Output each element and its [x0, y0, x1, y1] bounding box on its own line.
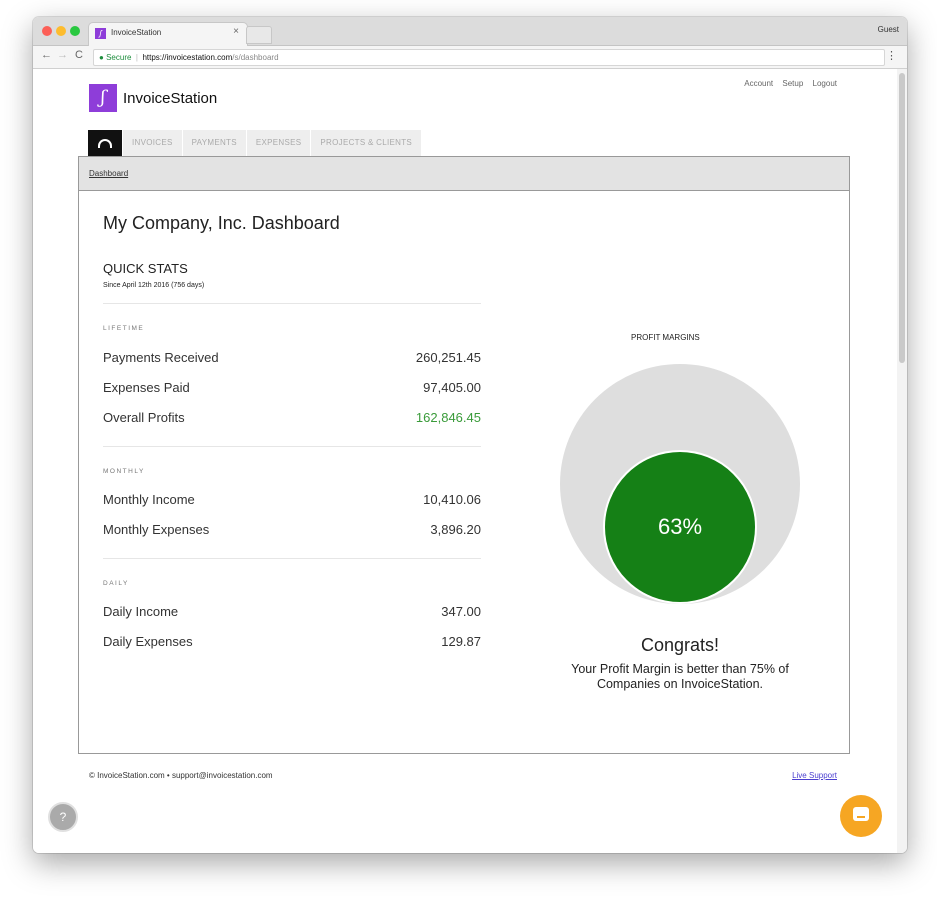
stat-row-monthly-income: Monthly Income 10,410.06 [103, 492, 481, 510]
scrollbar-thumb[interactable] [899, 73, 905, 363]
main-nav: INVOICES PAYMENTS EXPENSES PROJECTS & CL… [88, 130, 422, 156]
monthly-label: MONTHLY [103, 468, 145, 475]
logout-link[interactable]: Logout [813, 79, 837, 88]
daily-label: DAILY [103, 580, 129, 587]
tab-projects-clients[interactable]: PROJECTS & CLIENTS [311, 130, 422, 156]
stat-value: 10,410.06 [423, 492, 481, 507]
stat-value: 347.00 [441, 604, 481, 619]
live-support-link[interactable]: Live Support [792, 771, 837, 780]
page-content: ʃ InvoiceStation Account Setup Logout IN… [33, 69, 897, 853]
browser-window: ʃ InvoiceStation × Guest ← → C ● Secure … [33, 17, 907, 853]
reload-icon[interactable]: C [75, 49, 83, 61]
browser-tab-title: InvoiceStation [111, 28, 162, 37]
tab-expenses[interactable]: EXPENSES [246, 130, 311, 156]
tab-dashboard[interactable] [88, 130, 122, 156]
browser-tab[interactable]: ʃ InvoiceStation × [88, 22, 248, 46]
top-links: Account Setup Logout [737, 79, 837, 88]
url-input[interactable]: ● Secure | https://invoicestation.com/s/… [93, 49, 885, 66]
stat-label: Expenses Paid [103, 380, 190, 395]
stat-value: 129.87 [441, 634, 481, 649]
stat-label: Overall Profits [103, 410, 185, 425]
stat-row-daily-income: Daily Income 347.00 [103, 604, 481, 622]
stat-value: 260,251.45 [415, 350, 481, 365]
url-host: https://invoicestation.com [142, 53, 233, 62]
logo-icon[interactable]: ʃ [89, 84, 117, 112]
close-tab-icon[interactable]: × [233, 26, 239, 37]
dashboard-gauge-icon [98, 139, 112, 148]
quick-stats-subtitle: Since April 12th 2016 (756 days) [103, 282, 205, 289]
breadcrumb-dashboard[interactable]: Dashboard [89, 169, 128, 178]
close-window-button[interactable] [42, 26, 52, 36]
dashboard-panel: Dashboard My Company, Inc. Dashboard QUI… [78, 156, 850, 754]
forward-icon[interactable]: → [57, 49, 68, 61]
profit-margin-circle: 63% [603, 450, 757, 604]
stat-value: 3,896.20 [430, 522, 481, 537]
address-bar: ← → C ● Secure | https://invoicestation.… [33, 46, 907, 69]
tab-payments[interactable]: PAYMENTS [182, 130, 246, 156]
lifetime-label: LIFETIME [103, 325, 145, 332]
divider [103, 446, 481, 447]
chat-widget-button[interactable] [840, 795, 882, 837]
chat-icon [853, 807, 869, 821]
congrats-message: Your Profit Margin is better than 75% of… [571, 662, 789, 691]
back-icon[interactable]: ← [41, 49, 52, 61]
browser-tabbar: ʃ InvoiceStation × Guest [33, 17, 907, 46]
browser-menu-icon[interactable]: ⋮ [886, 49, 897, 62]
lock-icon: ● [99, 53, 104, 62]
stat-row-daily-expenses: Daily Expenses 129.87 [103, 634, 481, 652]
quick-stats-title: QUICK STATS [103, 261, 188, 276]
url-path: /s/dashboard [232, 53, 279, 62]
stat-row-payments-received: Payments Received 260,251.45 [103, 350, 481, 368]
divider [103, 558, 481, 559]
breadcrumb: Dashboard [79, 157, 849, 191]
favicon-icon: ʃ [95, 28, 106, 39]
footer-copyright: © InvoiceStation.com • support@invoicest… [89, 771, 273, 780]
setup-link[interactable]: Setup [782, 79, 803, 88]
page-scrollbar[interactable] [897, 69, 907, 853]
congrats-heading: Congrats! [640, 635, 720, 655]
brand-name[interactable]: InvoiceStation [123, 90, 217, 107]
minimize-window-button[interactable] [56, 26, 66, 36]
stat-value-profit: 162,846.45 [415, 410, 481, 425]
stat-label: Monthly Expenses [103, 522, 210, 537]
tab-invoices[interactable]: INVOICES [123, 130, 182, 156]
secure-label: Secure [106, 53, 132, 62]
profit-margins-title: PROFIT MARGINS [631, 333, 700, 342]
stat-row-monthly-expenses: Monthly Expenses 3,896.20 [103, 522, 481, 540]
url-separator: | [133, 53, 141, 62]
stat-label: Daily Expenses [103, 634, 193, 649]
divider [103, 303, 481, 304]
stat-value: 97,405.00 [423, 380, 481, 395]
stat-label: Monthly Income [103, 492, 195, 507]
stat-row-overall-profits: Overall Profits 162,846.45 [103, 410, 481, 428]
guest-profile[interactable]: Guest [878, 25, 899, 34]
stat-label: Daily Income [103, 604, 179, 619]
stat-label: Payments Received [103, 350, 219, 365]
stat-row-expenses-paid: Expenses Paid 97,405.00 [103, 380, 481, 398]
help-icon[interactable]: ? [48, 802, 78, 832]
maximize-window-button[interactable] [70, 26, 80, 36]
account-link[interactable]: Account [744, 79, 773, 88]
new-tab-button[interactable] [246, 26, 272, 44]
page-title: My Company, Inc. Dashboard [103, 213, 340, 233]
